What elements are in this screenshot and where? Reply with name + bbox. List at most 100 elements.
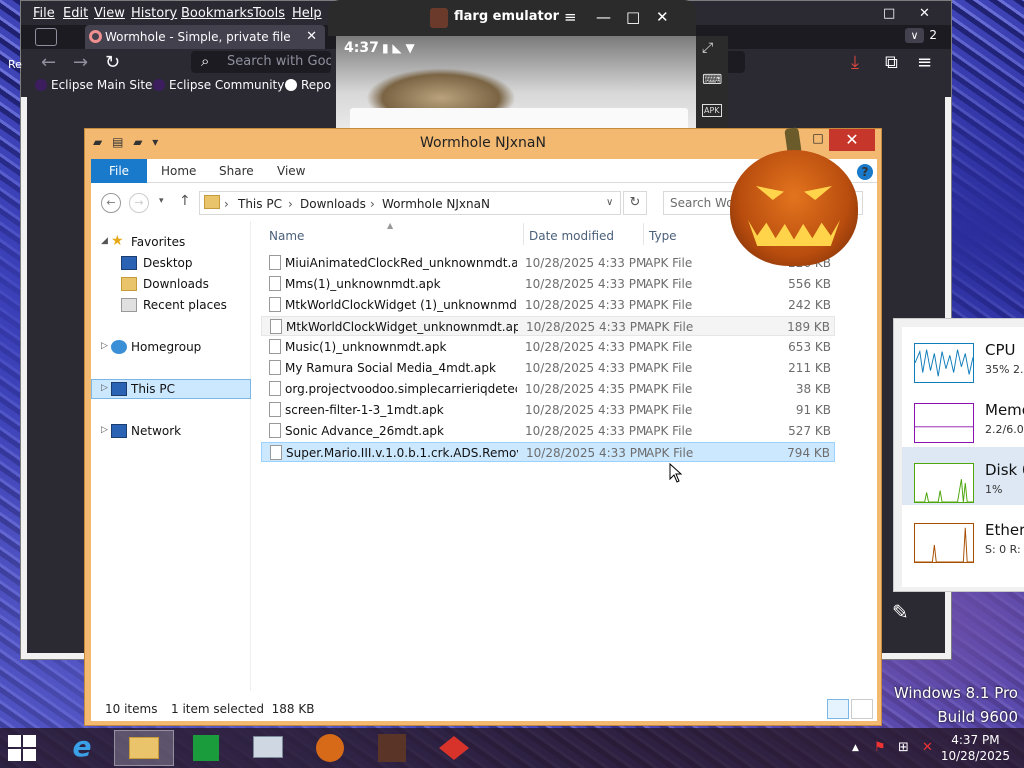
tab-wormhole[interactable]: Wormhole - Simple, private file ✕: [85, 25, 325, 49]
taskbar-flarg-emulator[interactable]: [362, 730, 422, 766]
taskbar-internet-explorer[interactable]: e: [52, 730, 112, 766]
file-row[interactable]: Music(1)_unknownmdt.apk 10/28/2025 4:33 …: [261, 337, 835, 357]
menu-history[interactable]: History: [131, 6, 177, 21]
maximize-icon[interactable]: □: [626, 8, 640, 26]
bookmark-repo[interactable]: Repo: [285, 78, 331, 92]
file-row[interactable]: screen-filter-1-3_1mdt.apk 10/28/2025 4:…: [261, 400, 835, 420]
file-row[interactable]: My Ramura Social Media_4mdt.apk 10/28/20…: [261, 358, 835, 378]
wormhole-icon: [89, 30, 102, 43]
system-clock[interactable]: 4:37 PM 10/28/2025: [941, 732, 1010, 764]
flarg-icon: [378, 734, 406, 762]
details-view-button[interactable]: [827, 699, 849, 719]
nav-desktop[interactable]: Desktop: [91, 254, 251, 274]
perf-cpu[interactable]: CPU 35% 2.7: [902, 327, 1024, 385]
column-separator[interactable]: [643, 223, 644, 245]
search-widget[interactable]: [350, 108, 688, 130]
back-button[interactable]: ←: [101, 193, 121, 213]
task-manager-panel: CPU 35% 2.7 Memo 2.2/6.0 Disk 0 1% Ether…: [893, 318, 1024, 592]
file-row[interactable]: Sonic Advance_26mdt.apk 10/28/2025 4:33 …: [261, 421, 835, 441]
keyboard-icon[interactable]: ⌨: [702, 72, 722, 88]
download-icon[interactable]: ⤓: [851, 52, 859, 73]
nav-downloads[interactable]: Downloads: [91, 275, 251, 295]
perf-disk[interactable]: Disk 0 1%: [902, 447, 1024, 505]
bookmark-eclipse-main[interactable]: Eclipse Main Site: [35, 78, 152, 92]
breadcrumb-this-pc[interactable]: This PC: [238, 197, 282, 211]
tab-close-icon[interactable]: ✕: [306, 29, 317, 44]
disk-graph: [914, 463, 974, 503]
file-row[interactable]: MtkWorldClockWidget (1)_unknownmdt... 10…: [261, 295, 835, 315]
expand-arrow-icon[interactable]: ◢: [101, 236, 108, 246]
expand-arrow-icon[interactable]: ▷: [101, 425, 108, 435]
menu-bookmarks[interactable]: Bookmarks: [181, 6, 254, 21]
menu-view[interactable]: View: [94, 6, 125, 21]
chevron-down-icon[interactable]: ∨: [606, 197, 613, 208]
refresh-button[interactable]: ↻: [623, 191, 647, 215]
taskbar-pumpkin-app[interactable]: [300, 730, 360, 766]
breadcrumb-downloads[interactable]: Downloads: [300, 197, 366, 211]
tab-home[interactable]: Home: [161, 164, 196, 178]
emulator-screen[interactable]: 4:37 ▮ ◣ ▼: [336, 36, 696, 130]
menu-file[interactable]: File: [33, 6, 55, 21]
fullscreen-icon[interactable]: ⤢: [702, 40, 713, 56]
maximize-icon[interactable]: □: [883, 6, 895, 21]
nav-favorites[interactable]: ◢ ★ Favorites: [91, 233, 251, 253]
back-icon[interactable]: ←: [41, 52, 56, 73]
minimize-icon[interactable]: —: [596, 8, 611, 26]
taskbar-task-manager[interactable]: [238, 730, 298, 766]
close-icon[interactable]: ✕: [919, 6, 930, 21]
address-bar[interactable]: › This PC › Downloads › Wormhole NJxnaN …: [199, 191, 621, 215]
mouse-cursor-icon: [669, 463, 683, 483]
forward-button[interactable]: →: [129, 193, 149, 213]
menu-help[interactable]: Help: [292, 6, 322, 21]
menu-edit[interactable]: Edit: [63, 6, 88, 21]
reload-icon[interactable]: ↻: [105, 52, 120, 73]
column-type[interactable]: Type: [649, 229, 677, 243]
large-icons-view-button[interactable]: [851, 699, 873, 719]
github-icon: [285, 79, 297, 91]
column-date-modified[interactable]: Date modified: [529, 229, 614, 243]
taskbar-file-explorer[interactable]: [114, 730, 174, 766]
tab-count: 2: [929, 28, 937, 42]
tab-view[interactable]: View: [277, 164, 305, 178]
forward-icon[interactable]: →: [73, 52, 88, 73]
breadcrumb-sep-icon: ›: [370, 197, 375, 211]
tab-file[interactable]: File: [91, 159, 147, 183]
apk-install-icon[interactable]: APK: [702, 104, 722, 117]
breadcrumb-wormhole[interactable]: Wormhole NJxnaN: [382, 197, 490, 211]
perf-ethernet[interactable]: Ethern S: 0 R: 0: [902, 507, 1024, 565]
file-row[interactable]: MtkWorldClockWidget_unknownmdt.apk 10/28…: [261, 316, 835, 336]
expand-arrow-icon[interactable]: ▷: [101, 341, 108, 351]
file-row[interactable]: Mms(1)_unknownmdt.apk 10/28/2025 4:33 PM…: [261, 274, 835, 294]
nav-network[interactable]: ▷ Network: [91, 422, 251, 442]
show-hidden-icons-chevron-icon[interactable]: ▲: [852, 743, 859, 753]
column-name[interactable]: Name: [269, 229, 304, 243]
perf-memory[interactable]: Memo 2.2/6.0: [902, 387, 1024, 445]
expand-arrow-icon[interactable]: ▷: [101, 383, 108, 393]
nav-this-pc[interactable]: ▷ This PC: [91, 379, 251, 399]
tab-share[interactable]: Share: [219, 164, 254, 178]
hamburger-menu-icon[interactable]: ≡: [917, 52, 932, 73]
menu-icon[interactable]: ≡: [564, 8, 577, 26]
close-icon[interactable]: ✕: [656, 8, 669, 26]
network-tray-icon[interactable]: ⊞: [898, 740, 909, 755]
volume-muted-icon[interactable]: ✕: [922, 740, 933, 755]
chevron-down-icon: ∨: [905, 28, 924, 43]
nav-recent-places[interactable]: Recent places: [91, 296, 251, 316]
action-center-flag-icon[interactable]: ⚑: [874, 740, 886, 755]
start-button[interactable]: [8, 735, 38, 761]
taskbar-store[interactable]: [176, 730, 236, 766]
url-bar[interactable]: ⌕ Search with Goo: [191, 51, 331, 73]
recent-locations-icon[interactable]: ▾: [159, 196, 164, 206]
extensions-icon[interactable]: ⧉: [885, 52, 898, 73]
pen-edit-icon[interactable]: ✎: [892, 600, 909, 624]
tab-overflow[interactable]: ∨ 2: [905, 28, 937, 43]
taskbar-wormhole-browser[interactable]: [424, 730, 484, 766]
file-row[interactable]: org.projectvoodoo.simplecarrieriqdetect.…: [261, 379, 835, 399]
menu-tools[interactable]: Tools: [253, 6, 285, 21]
file-row-selected[interactable]: Super.Mario.III.v.1.0.b.1.crk.ADS.Remove…: [261, 442, 835, 462]
nav-homegroup[interactable]: ▷ Homegroup: [91, 338, 251, 358]
up-icon[interactable]: ↑: [179, 193, 191, 209]
tab-list-icon[interactable]: [35, 28, 57, 46]
column-separator[interactable]: [523, 223, 524, 245]
bookmark-eclipse-community[interactable]: Eclipse Community: [153, 78, 284, 92]
